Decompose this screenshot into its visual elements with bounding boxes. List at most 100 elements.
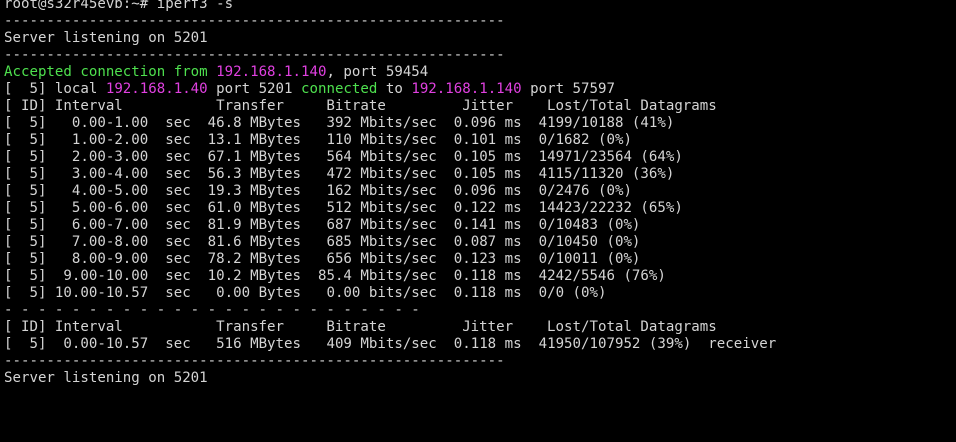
table-row: [ 5] 2.00-3.00 sec 67.1 MBytes 564 Mbits… [4,149,952,166]
lost-total-cell: 4242/5546 (76%) [521,268,666,284]
interval-cell: 6.00-7.00 sec [46,217,191,233]
transfer-cell: 13.1 MBytes [190,132,301,148]
lost-total-cell: 4115/11320 (36%) [521,166,675,182]
interval-cell: 1.00-2.00 sec [46,132,191,148]
transfer-cell: 19.3 MBytes [190,183,301,199]
table-row: [ 5] 6.00-7.00 sec 81.9 MBytes 687 Mbits… [4,217,952,234]
prompt-line: root@s32r45evb:~# iperf3 -s [4,0,234,12]
output-line: Server listening on 5201 [4,370,208,386]
transfer-cell: 46.8 MBytes [190,115,301,131]
table-row: [ 5] 10.00-10.57 sec 0.00 Bytes 0.00 bit… [4,285,952,302]
summary-row: [ 5] 0.00-10.57 sec 516 MBytes 409 Mbits… [4,336,952,353]
table-header: [ ID] Interval Transfer Bitrate Jitter L… [4,319,717,335]
interval-cell: 7.00-8.00 sec [46,234,191,250]
bitrate-cell: 110 Mbits/sec [301,132,437,148]
lost-total-cell: 0/10450 (0%) [521,234,641,250]
lost-total-cell: 41950/107952 (39%) [521,336,692,352]
text-segment: port 5201 [207,81,301,97]
stream-id: [ 5] [4,149,47,165]
table-row: [ 5] 7.00-8.00 sec 81.6 MBytes 685 Mbits… [4,234,952,251]
bitrate-cell: 85.4 Mbits/sec [301,268,437,284]
transfer-cell: 67.1 MBytes [190,149,301,165]
jitter-cell: 0.087 ms [436,234,522,250]
stream-id: [ 5] [4,183,47,199]
table-row: [ 5] 9.00-10.00 sec 10.2 MBytes 85.4 Mbi… [4,268,952,285]
lost-total-cell: 0/2476 (0%) [521,183,632,199]
transfer-cell: 516 MBytes [190,336,301,352]
interval-cell: 0.00-10.57 sec [46,336,191,352]
output-line: - - - - - - - - - - - - - - - - - - - - … [4,302,420,318]
stream-id: [ 5] [4,217,47,233]
transfer-cell: 10.2 MBytes [190,268,301,284]
jitter-cell: 0.096 ms [436,183,522,199]
interval-cell: 5.00-6.00 sec [46,200,191,216]
jitter-cell: 0.122 ms [436,200,522,216]
stream-id: [ 5] [4,132,47,148]
ip-address: 192.168.1.40 [105,81,208,97]
lost-total-cell: 0/1682 (0%) [521,132,632,148]
jitter-cell: 0.141 ms [436,217,522,233]
jitter-cell: 0.101 ms [436,132,522,148]
bitrate-cell: 687 Mbits/sec [301,217,437,233]
lost-total-cell: 0/10011 (0%) [521,251,641,267]
connection-line: Accepted connection from 192.168.1.140, … [4,64,952,81]
ip-address: 192.168.1.140 [411,81,522,97]
jitter-cell: 0.118 ms [436,336,522,352]
role-label: receiver [691,336,777,352]
table-row: [ 5] 4.00-5.00 sec 19.3 MBytes 162 Mbits… [4,183,952,200]
text-segment: port 57597 [521,81,615,97]
table-row: [ 5] 1.00-2.00 sec 13.1 MBytes 110 Mbits… [4,132,952,149]
connection-line: [ 5] local 192.168.1.40 port 5201 connec… [4,81,952,98]
transfer-cell: 81.9 MBytes [190,217,301,233]
interval-cell: 9.00-10.00 sec [46,268,191,284]
transfer-cell: 56.3 MBytes [190,166,301,182]
bitrate-cell: 0.00 bits/sec [301,285,437,301]
table-row: [ 5] 0.00-1.00 sec 46.8 MBytes 392 Mbits… [4,115,952,132]
terminal-window[interactable]: root@s32r45evb:~# iperf3 -s -------------… [0,0,956,442]
stream-id: [ 5] [4,251,47,267]
interval-cell: 3.00-4.00 sec [46,166,191,182]
output-line: ----------------------------------------… [4,47,505,63]
lost-total-cell: 4199/10188 (41%) [521,115,675,131]
transfer-cell: 61.0 MBytes [190,200,301,216]
lost-total-cell: 14971/23564 (64%) [521,149,683,165]
stream-id: [ 5] [4,200,47,216]
jitter-cell: 0.105 ms [436,166,522,182]
jitter-cell: 0.118 ms [436,268,522,284]
jitter-cell: 0.096 ms [436,115,522,131]
interval-cell: 0.00-1.00 sec [46,115,191,131]
bitrate-cell: 392 Mbits/sec [301,115,437,131]
bitrate-cell: 512 Mbits/sec [301,200,437,216]
table-header: [ ID] Interval Transfer Bitrate Jitter L… [4,98,717,114]
bitrate-cell: 409 Mbits/sec [301,336,437,352]
bitrate-cell: 162 Mbits/sec [301,183,437,199]
lost-total-cell: 0/10483 (0%) [521,217,641,233]
ip-address: 192.168.1.140 [216,64,327,80]
table-row: [ 5] 3.00-4.00 sec 56.3 MBytes 472 Mbits… [4,166,952,183]
output-line: ----------------------------------------… [4,353,505,369]
text-segment: Accepted connection from [4,64,217,80]
jitter-cell: 0.123 ms [436,251,522,267]
bitrate-cell: 472 Mbits/sec [301,166,437,182]
text-segment: , port 59454 [326,64,429,80]
lost-total-cell: 0/0 (0%) [521,285,607,301]
bitrate-cell: 564 Mbits/sec [301,149,437,165]
text-segment: connected [301,81,378,97]
stream-id: [ 5] [4,268,47,284]
jitter-cell: 0.118 ms [436,285,522,301]
output-line: ----------------------------------------… [4,13,505,29]
stream-id: [ 5] [4,336,47,352]
table-row: [ 5] 8.00-9.00 sec 78.2 MBytes 656 Mbits… [4,251,952,268]
transfer-cell: 81.6 MBytes [190,234,301,250]
bitrate-cell: 685 Mbits/sec [301,234,437,250]
transfer-cell: 78.2 MBytes [190,251,301,267]
interval-cell: 2.00-3.00 sec [46,149,191,165]
output-line: Server listening on 5201 [4,30,208,46]
bitrate-cell: 656 Mbits/sec [301,251,437,267]
stream-id: [ 5] [4,166,47,182]
lost-total-cell: 14423/22232 (65%) [521,200,683,216]
interval-cell: 4.00-5.00 sec [46,183,191,199]
transfer-cell: 0.00 Bytes [190,285,301,301]
stream-id: [ 5] [4,285,47,301]
jitter-cell: 0.105 ms [436,149,522,165]
